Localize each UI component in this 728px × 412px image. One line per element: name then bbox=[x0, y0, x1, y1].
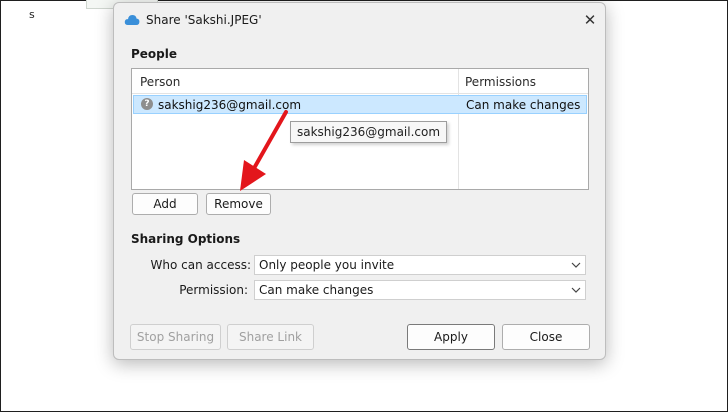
close-icon[interactable]: ✕ bbox=[575, 5, 605, 35]
chevron-down-icon bbox=[571, 262, 581, 268]
people-section-label: People bbox=[131, 47, 178, 61]
permission-value: Can make changes bbox=[259, 283, 374, 297]
chevron-down-icon bbox=[571, 287, 581, 293]
column-header-permissions[interactable]: Permissions bbox=[465, 75, 536, 89]
who-can-access-label: Who can access: bbox=[150, 258, 251, 272]
table-row[interactable]: ? sakshig236@gmail.com Can make changes bbox=[133, 95, 587, 114]
dialog-title: Share 'Sakshi.JPEG' bbox=[146, 13, 262, 27]
person-email: sakshig236@gmail.com bbox=[158, 98, 302, 112]
who-can-access-value: Only people you invite bbox=[259, 258, 395, 272]
remove-button[interactable]: Remove bbox=[206, 193, 271, 215]
person-permission: Can make changes bbox=[466, 98, 581, 112]
stop-sharing-button[interactable]: Stop Sharing bbox=[130, 324, 221, 350]
sharing-options-label: Sharing Options bbox=[131, 232, 241, 246]
dialog-titlebar: Share 'Sakshi.JPEG' ✕ bbox=[114, 3, 605, 37]
permission-select[interactable]: Can make changes bbox=[254, 280, 586, 300]
share-link-button[interactable]: Share Link bbox=[227, 324, 314, 350]
who-can-access-select[interactable]: Only people you invite bbox=[254, 255, 586, 275]
share-dialog: Share 'Sakshi.JPEG' ✕ People Person Perm… bbox=[113, 2, 606, 360]
background-fragment-second: s bbox=[29, 8, 35, 21]
close-button[interactable]: Close bbox=[502, 324, 590, 350]
email-tooltip: sakshig236@gmail.com bbox=[290, 121, 448, 143]
people-list-header: Person Permissions bbox=[132, 69, 588, 94]
apply-button[interactable]: Apply bbox=[407, 324, 495, 350]
add-button[interactable]: Add bbox=[132, 193, 198, 215]
permission-label: Permission: bbox=[179, 283, 248, 297]
column-header-person[interactable]: Person bbox=[140, 75, 180, 89]
cloud-icon bbox=[124, 15, 140, 25]
person-question-icon: ? bbox=[141, 98, 153, 110]
